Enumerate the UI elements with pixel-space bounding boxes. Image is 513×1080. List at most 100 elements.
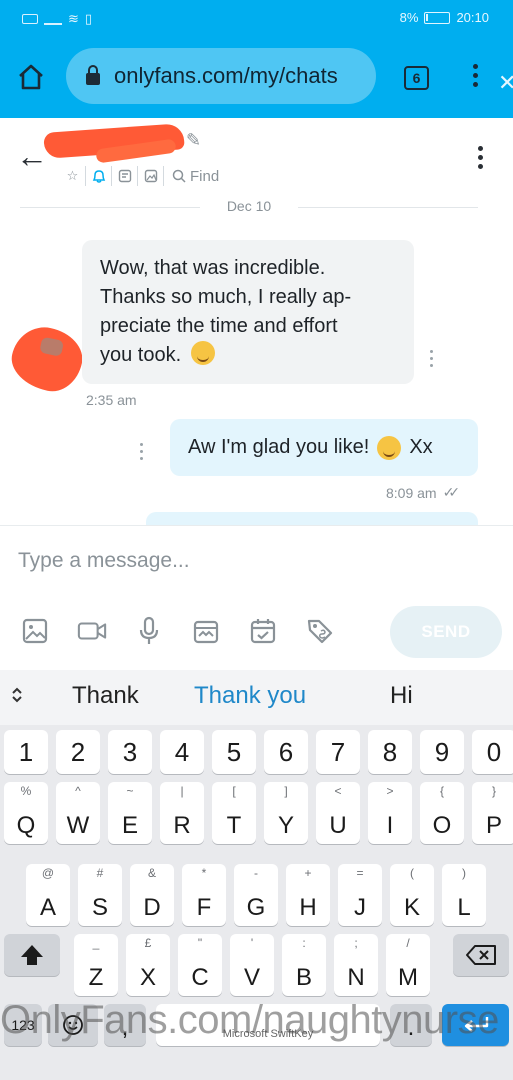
price-tag-icon[interactable]: [305, 616, 335, 646]
key-a[interactable]: @ A: [26, 864, 70, 926]
notes-icon[interactable]: [112, 166, 138, 186]
key-hint: ^: [75, 784, 81, 798]
key-d[interactable]: & D: [130, 864, 174, 926]
key-b[interactable]: :B: [282, 934, 326, 996]
key-f[interactable]: * F: [182, 864, 226, 926]
bell-icon[interactable]: [86, 166, 112, 186]
key-label: K: [403, 894, 420, 921]
key-y[interactable]: ] Y: [264, 782, 308, 844]
find-button[interactable]: Find: [164, 168, 219, 185]
key-w[interactable]: ^ W: [56, 782, 100, 844]
key-1[interactable]: 1: [4, 730, 48, 774]
key-g[interactable]: -G: [234, 864, 278, 926]
key-label: Z: [88, 964, 104, 991]
key-label: A: [39, 894, 56, 921]
key-hint: _: [92, 936, 100, 950]
schedule-calendar-icon[interactable]: [248, 616, 278, 646]
status-icons-right: 8% 20:10: [400, 10, 489, 25]
video-camera-icon[interactable]: [77, 616, 107, 646]
key-hint: /: [406, 936, 410, 950]
suggestion-bar: Thank Thank you Hi: [0, 670, 513, 725]
key-o[interactable]: {O: [420, 782, 464, 844]
url-text: onlyfans.com/my/chats: [114, 63, 338, 88]
chat-actions: ☆ Find: [60, 166, 219, 186]
key-hint: #: [96, 866, 104, 880]
key-3[interactable]: 3: [108, 730, 152, 774]
key-n[interactable]: ; N: [334, 934, 378, 996]
key-hint: :: [302, 936, 306, 950]
key-r[interactable]: | R: [160, 782, 204, 844]
key-hint: @: [41, 866, 55, 880]
message-composer: SEND: [0, 525, 513, 670]
key-c[interactable]: " C: [178, 934, 222, 996]
key-hint: =: [356, 866, 364, 880]
key-9[interactable]: 9: [420, 730, 464, 774]
message-line: preciate the time and effort: [100, 315, 338, 337]
key-hint: +: [304, 866, 312, 880]
gallery-icon[interactable]: [138, 166, 164, 186]
key-x[interactable]: £ X: [126, 934, 170, 996]
key-8[interactable]: 8: [368, 730, 412, 774]
key-z[interactable]: _ Z: [74, 934, 118, 996]
battery-percent: 8%: [399, 10, 419, 25]
suggestion-item[interactable]: Hi: [390, 682, 413, 710]
send-button[interactable]: SEND: [390, 606, 502, 658]
key-hint: ): [462, 866, 466, 880]
key-hint: ~: [126, 784, 134, 798]
address-bar[interactable]: onlyfans.com/my/chats: [66, 48, 376, 104]
shift-arrow-icon: [21, 945, 43, 965]
key-2[interactable]: 2: [56, 730, 100, 774]
lock-icon: [86, 65, 100, 85]
suggestion-item[interactable]: Thank: [72, 682, 139, 710]
message-time-row: 8:09 am ✓✓: [386, 484, 460, 501]
suggestion-item[interactable]: Thank you: [194, 682, 306, 710]
key-v[interactable]: ' V: [230, 934, 274, 996]
key-label: U: [329, 812, 347, 839]
key-label: S: [91, 894, 108, 921]
key-s[interactable]: # S: [78, 864, 122, 926]
key-i[interactable]: > I: [368, 782, 412, 844]
key-label: Q: [16, 812, 36, 839]
message-input[interactable]: [18, 546, 488, 576]
key-l[interactable]: ) L: [442, 864, 486, 926]
expand-toolbar-icon[interactable]: [10, 686, 24, 709]
composer-toolbar: [20, 616, 335, 646]
key-hint: ": [197, 936, 203, 950]
home-button[interactable]: [14, 60, 48, 94]
avatar[interactable]: [6, 321, 88, 397]
chat-menu-button[interactable]: [478, 146, 483, 169]
microphone-icon[interactable]: [134, 616, 164, 646]
key-q[interactable]: % Q: [4, 782, 48, 844]
key-p[interactable]: } P: [472, 782, 513, 844]
browser-menu-button[interactable]: [466, 64, 484, 90]
key-7[interactable]: 7: [316, 730, 360, 774]
key-k[interactable]: (K: [390, 864, 434, 926]
key-t[interactable]: [T: [212, 782, 256, 844]
message-options-button[interactable]: [140, 443, 143, 460]
watermark: OnlyFans.com/naughtynurse: [0, 998, 499, 1042]
back-arrow-icon[interactable]: ←: [16, 140, 48, 172]
backspace-key[interactable]: [453, 934, 509, 976]
image-upload-icon[interactable]: [20, 616, 50, 646]
key-4[interactable]: 4: [160, 730, 204, 774]
key-0[interactable]: 0: [472, 730, 513, 774]
key-6[interactable]: 6: [264, 730, 308, 774]
key-label: B: [295, 964, 312, 991]
shift-key[interactable]: [4, 934, 60, 976]
key-u[interactable]: < U: [316, 782, 360, 844]
key-j[interactable]: = J: [338, 864, 382, 926]
key-label: T: [226, 812, 242, 839]
key-h[interactable]: + H: [286, 864, 330, 926]
star-icon[interactable]: ☆: [60, 166, 86, 186]
pencil-icon[interactable]: ✎: [186, 130, 201, 151]
key-e[interactable]: ~ E: [108, 782, 152, 844]
key-label: Y: [277, 812, 294, 839]
key-5[interactable]: 5: [212, 730, 256, 774]
key-m[interactable]: / M: [386, 934, 430, 996]
close-icon[interactable]: ✕: [498, 70, 513, 96]
key-label: M: [398, 964, 418, 991]
tab-switcher-button[interactable]: 6: [404, 66, 429, 90]
vault-icon[interactable]: [191, 616, 221, 646]
message-options-button[interactable]: [430, 350, 433, 367]
key-hint: £: [144, 936, 152, 950]
